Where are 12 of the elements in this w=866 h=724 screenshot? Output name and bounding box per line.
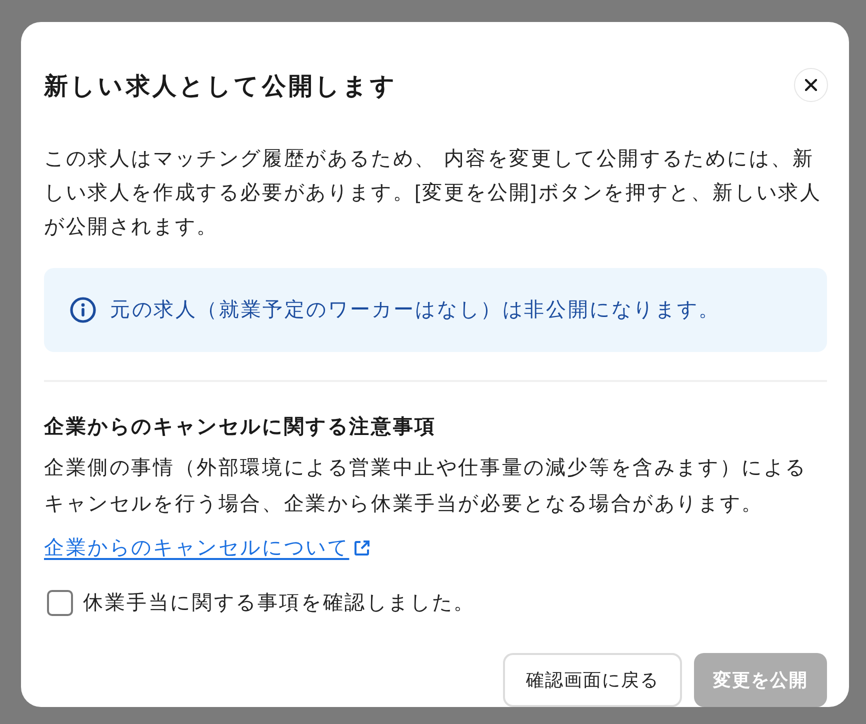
cancel-info-link[interactable]: 企業からのキャンセルについて xyxy=(44,533,350,563)
checkbox-label: 休業手当に関する事項を確認しました。 xyxy=(83,591,476,616)
description-text: この求人はマッチング履歴があるため、 内容を変更して公開するためには、新しい求人を作成する必要があります。[変更を公開]ボタンを押すと、新しい求人が公開されます。 xyxy=(44,147,823,240)
section-heading: 企業からのキャンセルに関する注意事項 xyxy=(44,414,438,440)
dialog-title: 新しい求人として公開します xyxy=(44,72,398,102)
close-button[interactable] xyxy=(794,68,828,102)
back-button[interactable]: 確認画面に戻る xyxy=(503,653,682,707)
info-icon xyxy=(70,297,96,323)
close-icon xyxy=(805,79,817,91)
section-text: 企業側の事情（外部環境による営業中止や仕事量の減少等を含みます）によるキャンセルを行う場合、企業から休業手当が必要となる場合があります。 xyxy=(44,456,808,517)
notice-text: 元の求人（就業予定のワーカーはなし）は非公開になります。 xyxy=(110,298,720,323)
checkbox[interactable] xyxy=(47,590,73,616)
